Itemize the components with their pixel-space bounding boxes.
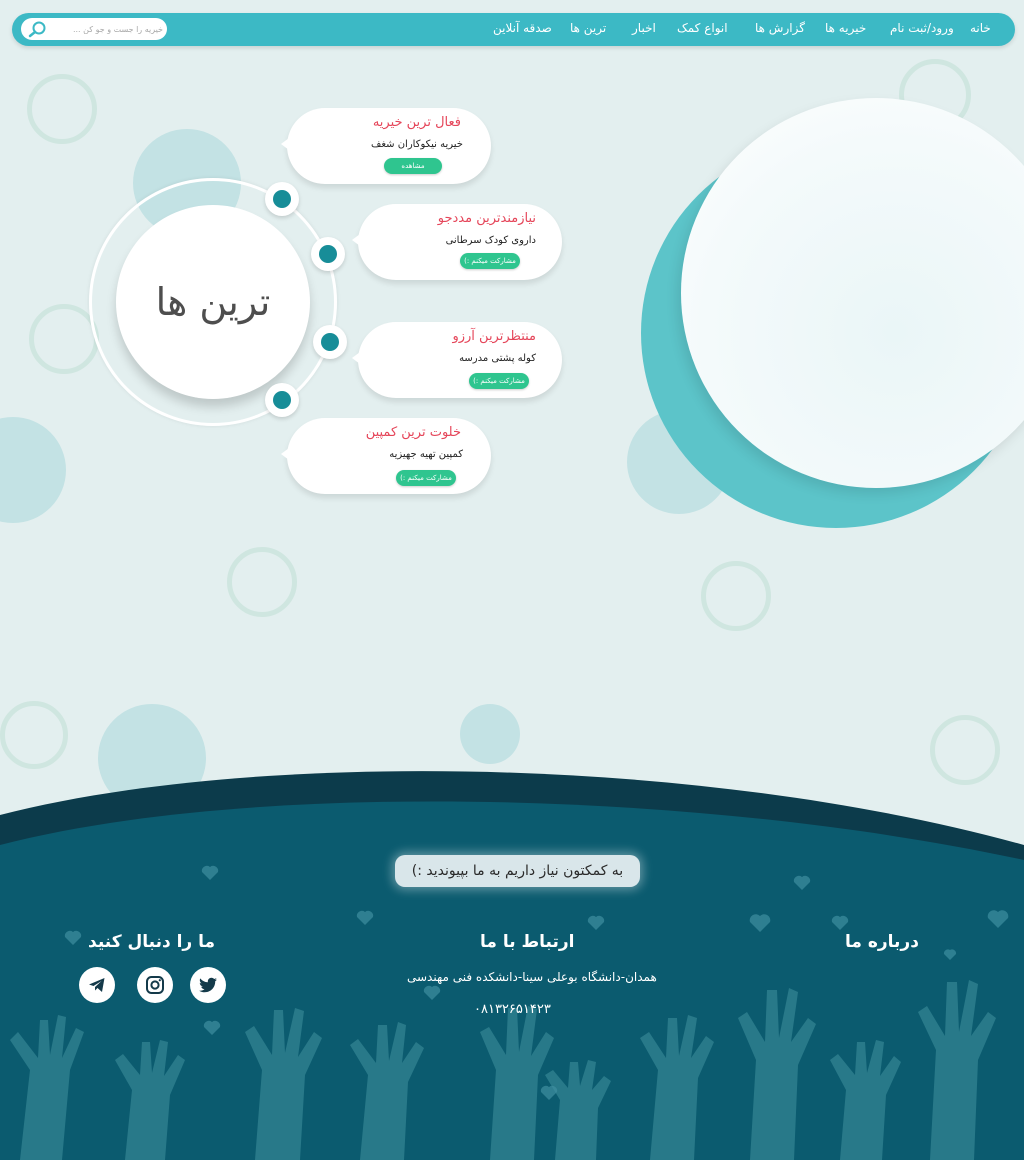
decor-dot [0,417,66,523]
address-text: همدان-دانشگاه بوعلی سینا-دانشکده فنی مهن… [407,970,657,984]
participate-button[interactable]: مشارکت میکنم :) [469,373,529,389]
phone-text: ۰۸۱۳۲۶۵۱۴۲۳ [474,1002,551,1017]
search-icon[interactable] [27,20,47,38]
connector-node [265,383,299,417]
card-awaited-wish: منتظرترین آرزو کوله پشتی مدرسه مشارکت می… [352,322,562,398]
nav-top[interactable]: ترین ها [570,21,606,35]
card-title: فعال ترین خیریه [372,115,461,130]
footer-background [0,771,1024,1160]
card-most-active-charity: فعال ترین خیریه خیریه نیکوکاران شغف مشاه… [281,108,491,184]
card-subtitle: خیریه نیکوکاران شغف [370,139,463,150]
search-box [21,18,167,40]
card-subtitle: کمپین تهیه جهیزیه [389,449,463,460]
view-button[interactable]: مشاهده [384,158,442,174]
connector-node [313,325,347,359]
instagram-icon[interactable] [137,967,173,1003]
participate-button[interactable]: مشارکت میکنم :) [460,253,520,269]
telegram-icon[interactable] [79,967,115,1003]
top-navbar: خانه ورود/ثبت نام خیریه ها گزارش ها انوا… [12,13,1015,46]
decor-ring [29,304,99,374]
twitter-icon[interactable] [190,967,226,1003]
card-title: نیازمندترین مددجو [437,211,536,226]
decor-ring [701,561,771,631]
hub-title: ترین ها [155,280,271,324]
join-us-banner: به کمکتون نیاز داریم به ما بپیوندید :) [395,855,640,887]
nav-login-register[interactable]: ورود/ثبت نام [890,21,954,35]
card-title: خلوت ترین کمپین [365,425,461,440]
decor-ring [27,74,97,144]
participate-button[interactable]: مشارکت میکنم :) [396,470,456,486]
nav-news[interactable]: اخبار [632,21,656,35]
card-title: منتظرترین آرزو [452,329,536,344]
card-subtitle: داروی کودک سرطانی [445,235,536,246]
follow-us-heading: ما را دنبال کنید [88,932,216,952]
search-input[interactable] [51,18,163,40]
hub-circle: ترین ها [116,205,310,399]
decor-ring [0,701,68,769]
decor-dot [460,704,520,764]
contact-us-heading: ارتباط با ما [480,932,575,952]
card-neediest-client: نیازمندترین مددجو داروی کودک سرطانی مشار… [352,204,562,280]
nav-home[interactable]: خانه [970,21,991,35]
card-least-crowded-campaign: خلوت ترین کمپین کمپین تهیه جهیزیه مشارکت… [281,418,491,494]
connector-node [311,237,345,271]
connector-node [265,182,299,216]
nav-reports[interactable]: گزارش ها [755,21,805,35]
decor-ring [227,547,297,617]
nav-online-charity[interactable]: صدقه آنلاین [493,21,552,35]
nav-charities[interactable]: خیریه ها [825,21,866,35]
card-subtitle: کوله پشتی مدرسه [459,353,536,364]
nav-help-types[interactable]: انواع کمک [677,21,728,35]
about-us-heading: درباره ما [845,932,919,952]
